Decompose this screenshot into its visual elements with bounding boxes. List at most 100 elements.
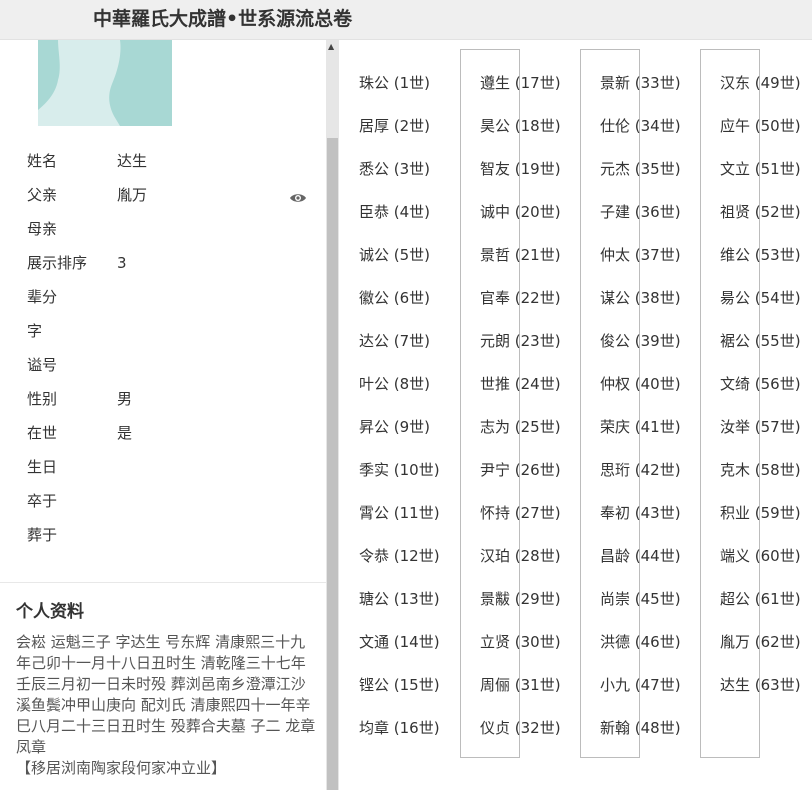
info-value: 3 [117,254,127,272]
generation-item[interactable]: 叶公 (8世) [359,373,430,394]
info-row: 字 [27,321,307,355]
info-label: 性别 [27,390,58,408]
person-silhouette-icon [38,40,121,126]
generation-item[interactable]: 仕伦 (34世) [600,115,681,136]
info-label: 字 [27,322,43,340]
generation-item[interactable]: 汉东 (49世) [720,72,801,93]
page-title: 中華羅氏大成譜•世系源流总卷 [93,8,353,30]
eye-icon[interactable] [289,189,307,202]
generation-item[interactable]: 珠公 (1世) [359,72,430,93]
generation-item[interactable]: 端义 (60世) [720,545,801,566]
generation-item[interactable]: 元朗 (23世) [480,330,561,351]
generation-item[interactable]: 铿公 (15世) [359,674,440,695]
generation-item[interactable]: 克木 (58世) [720,459,801,480]
generation-item[interactable]: 俊公 (39世) [600,330,681,351]
generation-item[interactable]: 文绮 (56世) [720,373,801,394]
info-row: 卒于 [27,491,307,525]
person-panel: 姓名 达生 父亲 胤万 母亲 展示排序 3 辈分字谥号 性别 男在世 是生日 卒于 葬于 个人资料 会崧… [0,40,326,790]
info-label: 在世 [27,424,58,442]
info-row: 在世 是 [27,423,307,457]
person-fields: 姓名 达生 父亲 胤万 母亲 展示排序 3 辈分字谥号 性别 男在世 是生日 卒于 葬于 [27,151,307,559]
avatar [38,40,172,126]
generation-item[interactable]: 维公 (53世) [720,244,801,265]
generation-item[interactable]: 令恭 (12世) [359,545,440,566]
generation-item[interactable]: 祖贤 (52世) [720,201,801,222]
generation-item[interactable]: 昊公 (18世) [480,115,561,136]
generation-item[interactable]: 文通 (14世) [359,631,440,652]
info-label: 卒于 [27,492,58,510]
generation-item[interactable]: 世推 (24世) [480,373,561,394]
bio-title: 个人资料 [16,602,84,622]
generation-item[interactable]: 裾公 (55世) [720,330,801,351]
generation-item[interactable]: 洪德 (46世) [600,631,681,652]
scroll-up-arrow-icon[interactable]: ▲ [328,42,334,51]
scroll-thumb[interactable] [327,138,338,790]
generation-item[interactable]: 文立 (51世) [720,158,801,179]
generation-item[interactable]: 昜公 (54世) [720,287,801,308]
bio-note: 【移居浏南陶家段何家冲立业】 [16,759,227,777]
generation-item[interactable]: 荣庆 (41世) [600,416,681,437]
generation-item[interactable]: 立贤 (30世) [480,631,561,652]
generation-item[interactable]: 超公 (61世) [720,588,801,609]
generation-item[interactable]: 瑭公 (13世) [359,588,440,609]
generation-item[interactable]: 元杰 (35世) [600,158,681,179]
generation-item[interactable]: 遵生 (17世) [480,72,561,93]
generation-item[interactable]: 徽公 (6世) [359,287,430,308]
generation-item[interactable]: 仲权 (40世) [600,373,681,394]
generation-item[interactable]: 居厚 (2世) [359,115,430,136]
info-label: 辈分 [27,288,58,306]
scrollbar[interactable]: ▲ [326,40,339,790]
info-value[interactable]: 胤万 [117,185,306,205]
info-value: 是 [117,424,133,442]
generation-item[interactable]: 臣恭 (4世) [359,201,430,222]
generation-item[interactable]: 均章 (16世) [359,717,440,738]
header-bar: 中華羅氏大成譜•世系源流总卷 [0,0,812,40]
divider [0,582,326,583]
generation-item[interactable]: 周俪 (31世) [480,674,561,695]
generation-item[interactable]: 志为 (25世) [480,416,561,437]
generation-item[interactable]: 奉初 (43世) [600,502,681,523]
generation-item[interactable]: 小九 (47世) [600,674,681,695]
info-label: 展示排序 [27,254,88,272]
generation-item[interactable]: 思珩 (42世) [600,459,681,480]
generation-item[interactable]: 汝举 (57世) [720,416,801,437]
generation-item[interactable]: 智友 (19世) [480,158,561,179]
generation-item[interactable]: 尹宁 (26世) [480,459,561,480]
info-row: 母亲 [27,219,307,253]
info-label: 母亲 [27,220,58,238]
generation-item[interactable]: 昇公 (9世) [359,416,430,437]
generation-item[interactable]: 达公 (7世) [359,330,430,351]
info-label: 姓名 [27,152,58,170]
generation-item[interactable]: 昌龄 (44世) [600,545,681,566]
generation-item[interactable]: 诚中 (20世) [480,201,561,222]
generation-item[interactable]: 霄公 (11世) [359,502,440,523]
bio-text-block: 会崧 运魁三子 字达生 号东辉 清康熙三十九年己卯十一月十八日丑时生 清乾隆三十… [16,632,316,779]
generation-item[interactable]: 胤万 (62世) [720,631,801,652]
info-row: 生日 [27,457,307,491]
generation-item[interactable]: 仲太 (37世) [600,244,681,265]
generation-item[interactable]: 达生 (63世) [720,674,801,695]
generation-item[interactable]: 景新 (33世) [600,72,681,93]
generation-item[interactable]: 汉珀 (28世) [480,545,561,566]
info-row: 展示排序 3 [27,253,307,287]
generation-item[interactable]: 季实 (10世) [359,459,440,480]
generation-item[interactable]: 谋公 (38世) [600,287,681,308]
info-row: 葬于 [27,525,307,559]
info-label: 谥号 [27,356,58,374]
generation-item[interactable]: 尚崇 (45世) [600,588,681,609]
generation-item[interactable]: 怀持 (27世) [480,502,561,523]
generation-item[interactable]: 仪贞 (32世) [480,717,561,738]
generation-item[interactable]: 诚公 (5世) [359,244,430,265]
generation-item[interactable]: 景黻 (29世) [480,588,561,609]
generation-item[interactable]: 悉公 (3世) [359,158,430,179]
info-value: 男 [117,390,133,408]
generation-item[interactable]: 新翰 (48世) [600,717,681,738]
info-row: 谥号 [27,355,307,389]
generation-item[interactable]: 应午 (50世) [720,115,801,136]
info-row: 性别 男 [27,389,307,423]
info-label: 葬于 [27,526,58,544]
generation-item[interactable]: 子建 (36世) [600,201,681,222]
generation-item[interactable]: 景哲 (21世) [480,244,561,265]
generation-item[interactable]: 积业 (59世) [720,502,801,523]
generation-item[interactable]: 官奉 (22世) [480,287,561,308]
